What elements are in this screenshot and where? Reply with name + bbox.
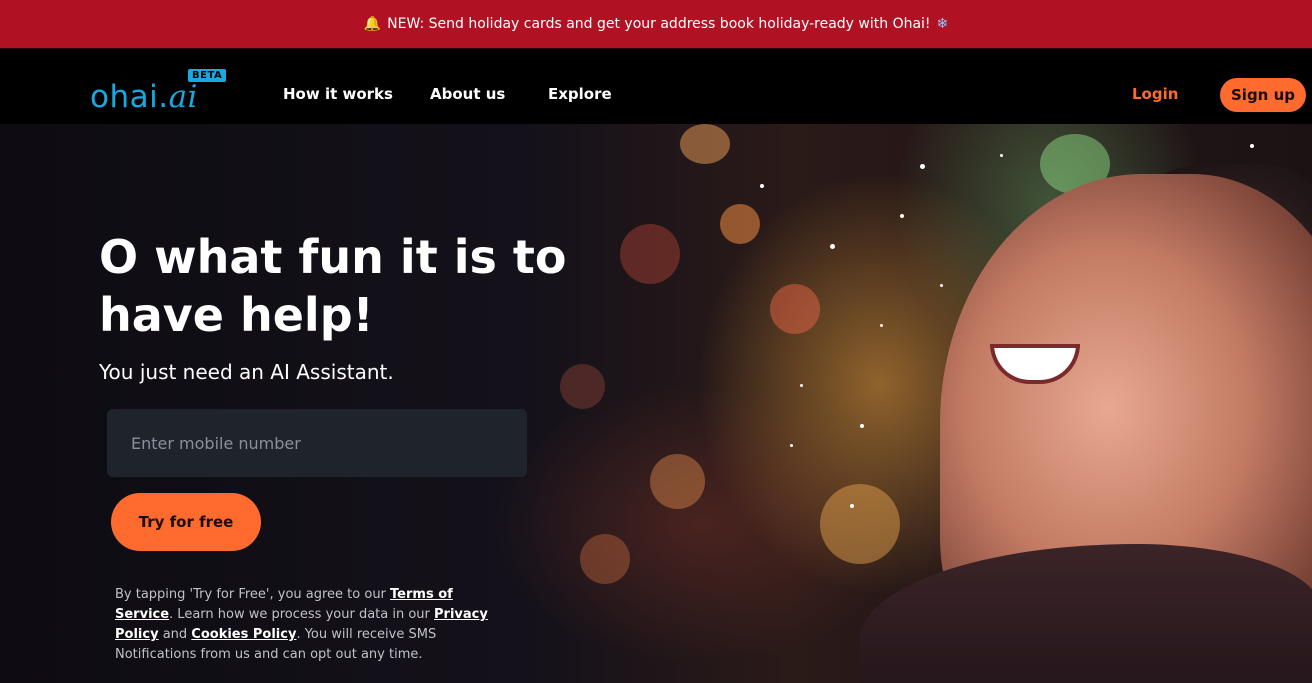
sparkle — [920, 164, 925, 169]
sparkle — [760, 184, 764, 188]
sparkle — [900, 214, 904, 218]
logo-wordmark: ohai.ai — [90, 79, 198, 115]
sparkle — [1250, 144, 1254, 148]
sparkle — [940, 284, 943, 287]
sparkle — [800, 384, 803, 387]
try-for-free-button[interactable]: Try for free — [111, 493, 261, 551]
hero-subhead: You just need an AI Assistant. — [99, 360, 394, 384]
sparkle — [1000, 154, 1003, 157]
legal-text: and — [158, 627, 192, 642]
announcement-text[interactable]: NEW: Send holiday cards and get your add… — [387, 16, 930, 32]
login-link[interactable]: Login — [1132, 85, 1178, 103]
sparkle — [830, 244, 835, 249]
bokeh-light — [560, 364, 605, 409]
snowflake-icon: ❄ — [936, 16, 949, 32]
sparkle — [880, 324, 883, 327]
bokeh-light — [650, 454, 705, 509]
announcement-banner: 🔔 NEW: Send holiday cards and get your a… — [0, 0, 1312, 48]
bokeh-light — [770, 284, 820, 334]
nav-link-how-it-works[interactable]: How it works — [283, 85, 393, 103]
logo-ai: ai — [168, 79, 198, 115]
nav-link-about-us[interactable]: About us — [430, 85, 505, 103]
sparkle — [850, 504, 854, 508]
person-sweater — [860, 544, 1312, 683]
beta-badge: BETA — [188, 69, 227, 82]
legal-disclaimer: By tapping 'Try for Free', you agree to … — [115, 585, 515, 665]
logo-main: ohai. — [90, 79, 169, 115]
hero-headline: O what fun it is to have help! — [99, 230, 567, 342]
legal-text: . Learn how we process your data in our — [169, 607, 435, 622]
bokeh-light — [580, 534, 630, 584]
mobile-number-input[interactable] — [107, 409, 527, 477]
bokeh-light — [720, 204, 760, 244]
logo[interactable]: ohai.ai BETA — [90, 69, 230, 115]
bokeh-light — [620, 224, 680, 284]
bell-icon: 🔔 — [363, 16, 382, 32]
bokeh-light — [680, 124, 730, 164]
legal-text: By tapping 'Try for Free', you agree to … — [115, 587, 391, 602]
sparkle — [860, 424, 864, 428]
top-navigation: ohai.ai BETA How it works About us Explo… — [0, 48, 1312, 124]
sparkle — [790, 444, 793, 447]
nav-link-explore[interactable]: Explore — [548, 85, 612, 103]
cookies-policy-link[interactable]: Cookies Policy — [191, 627, 296, 642]
signup-button[interactable]: Sign up — [1220, 78, 1306, 112]
bokeh-light — [820, 484, 900, 564]
